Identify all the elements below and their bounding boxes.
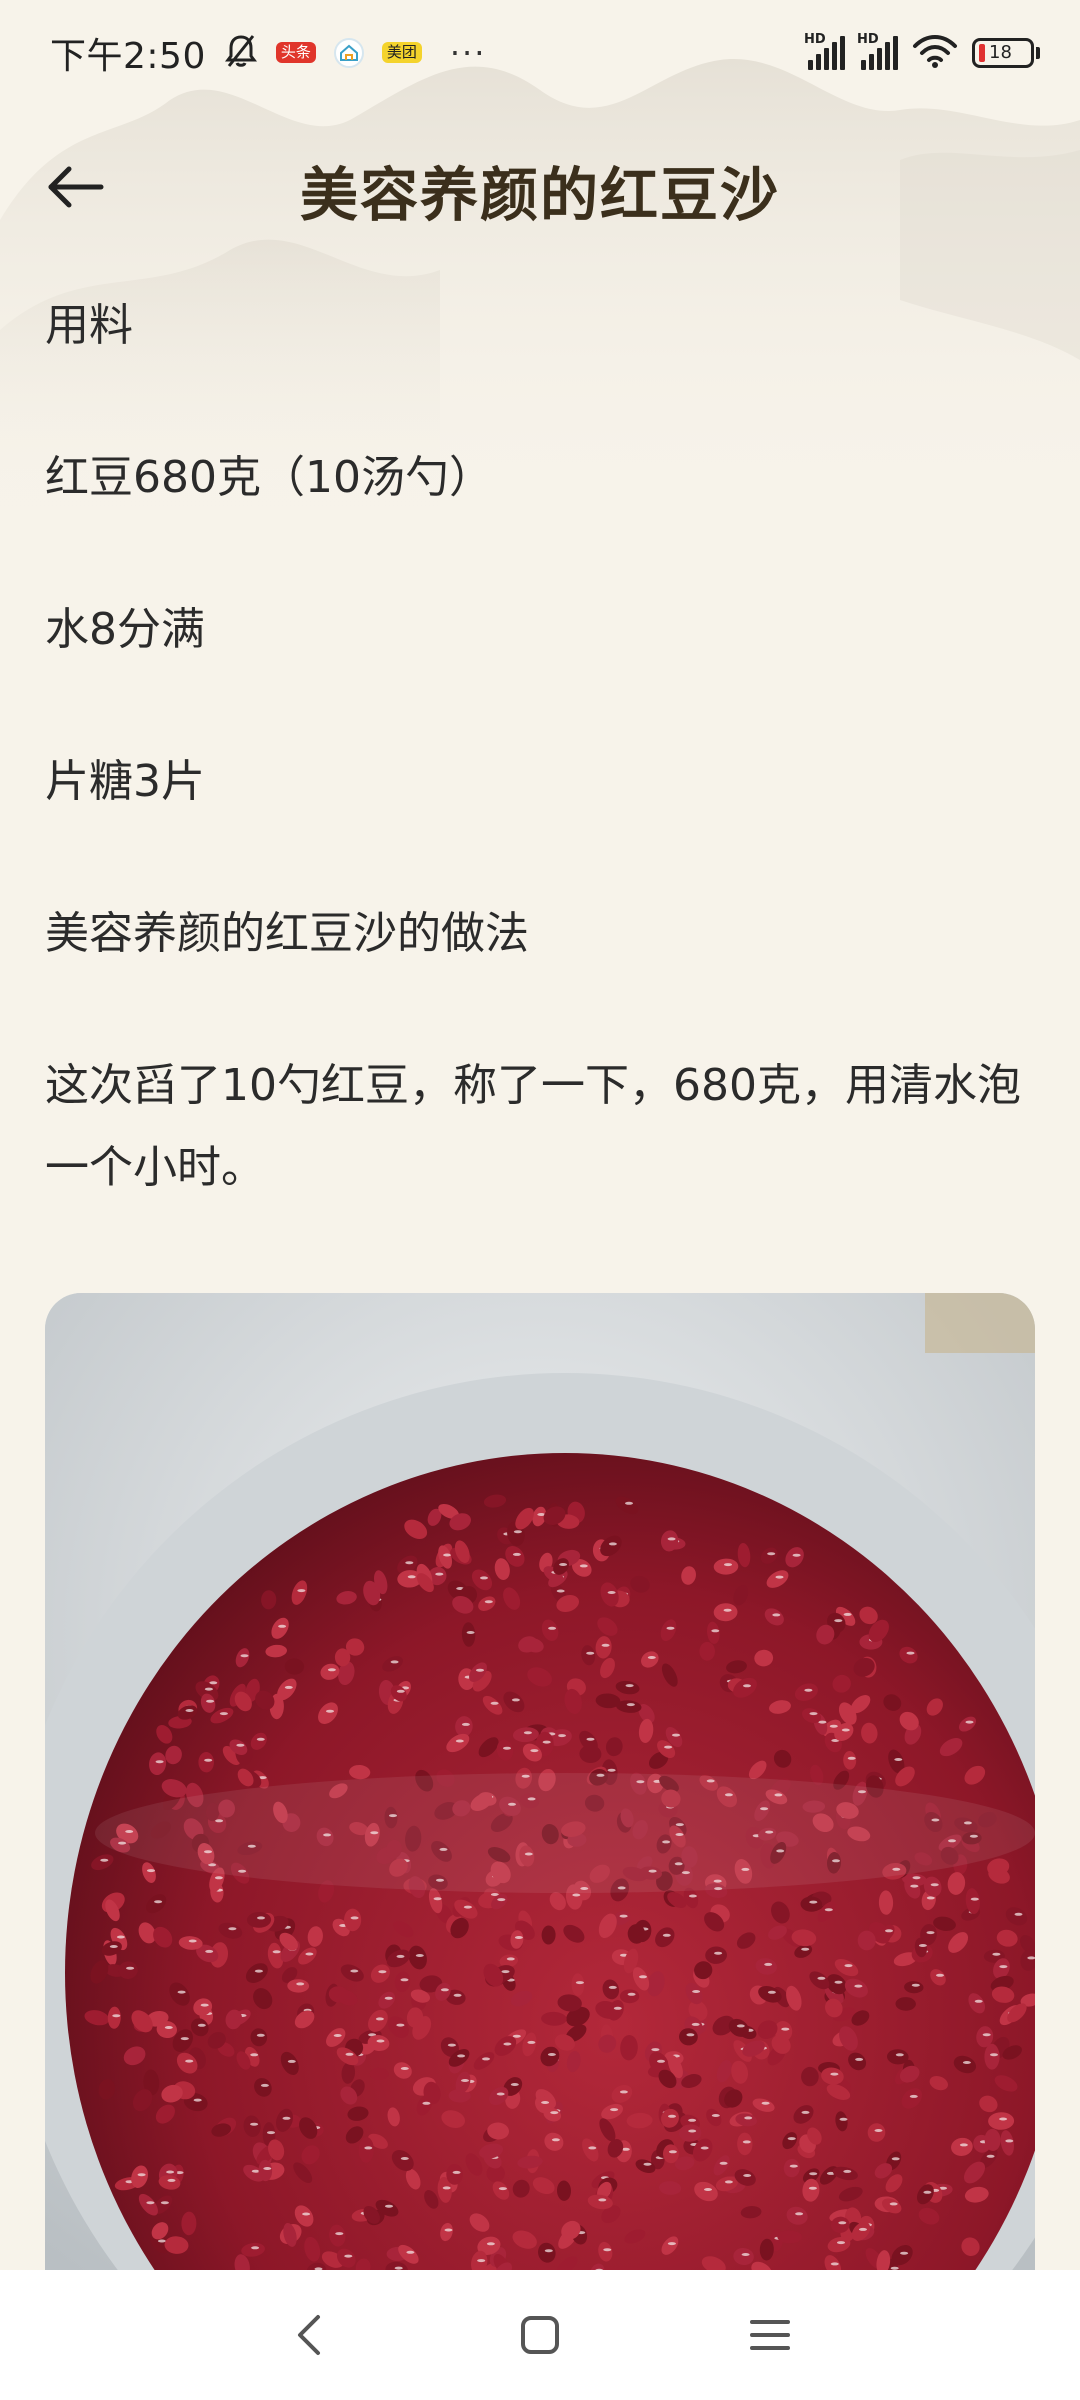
mute-bell-icon — [224, 33, 258, 73]
header: 美容养颜的红豆沙 — [0, 130, 1080, 240]
signal-icon: HD — [857, 32, 898, 70]
nav-home-button[interactable] — [505, 2300, 575, 2370]
meituan-app-icon: 美团 — [381, 42, 422, 63]
nav-back-button[interactable] — [275, 2300, 345, 2370]
home-square-icon — [521, 2316, 559, 2354]
status-time: 下午2:50 — [50, 35, 206, 77]
ingredient-red-beans: 红豆680克（10汤勺） — [45, 452, 493, 503]
signal-icon: HD — [804, 32, 845, 70]
soaked-red-beans-photo[interactable] — [45, 1293, 1035, 2273]
toutiao-app-icon: 头条 — [275, 42, 316, 63]
method-heading: 美容养颜的红豆沙的做法 — [45, 908, 529, 959]
status-right: HD HD 18 — [804, 32, 1040, 73]
article-content: 用料 红豆680克（10汤勺） 水8分满 片糖3片 美容养颜的红豆沙的做法 这次… — [45, 285, 1035, 1279]
menu-lines-icon — [750, 2320, 790, 2350]
step-paragraph: 这次舀了10勺红豆，称了一下，680克，用清水泡一个小时。 — [45, 1060, 1021, 1193]
page-title: 美容养颜的红豆沙 — [299, 161, 780, 229]
ingredients-heading: 用料 — [45, 300, 133, 351]
status-left: 下午2:50 头条 美团 ··· — [50, 27, 486, 79]
back-chevron-icon — [298, 2315, 320, 2355]
battery-icon: 18 — [972, 37, 1040, 68]
home-app-icon — [333, 37, 364, 68]
ingredient-sugar: 片糖3片 — [45, 756, 205, 807]
battery-level-text: 18 — [989, 42, 1012, 63]
beans-image — [45, 1293, 1035, 2273]
wifi-icon — [912, 33, 958, 73]
ingredient-water: 水8分满 — [45, 604, 205, 655]
nav-menu-button[interactable] — [735, 2300, 805, 2370]
system-nav-bar — [0, 2270, 1080, 2400]
more-notifications-icon: ··· — [449, 33, 487, 72]
status-bar: 下午2:50 头条 美团 ··· HD HD 18 — [0, 0, 1080, 105]
